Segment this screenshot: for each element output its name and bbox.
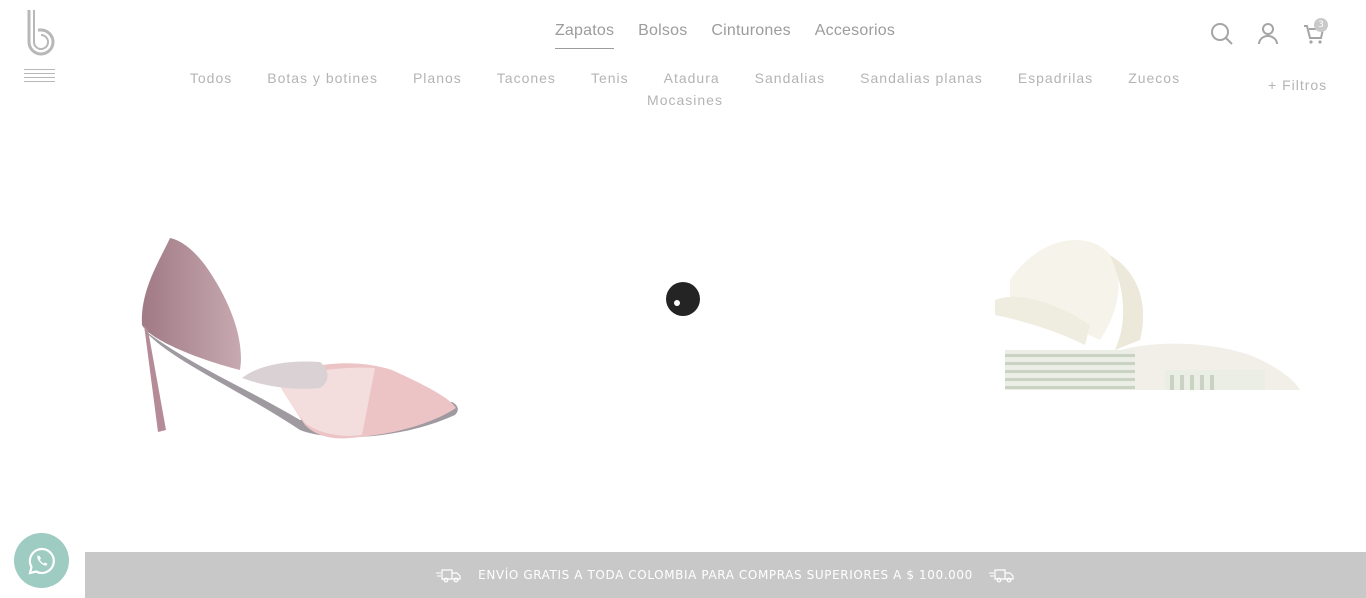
shipping-banner: ENVÍO GRATIS A TODA COLOMBIA PARA COMPRA… [85,552,1366,598]
hamburger-menu-icon[interactable] [24,68,56,86]
product-card-heel[interactable] [130,230,470,450]
cart-icon[interactable]: 3 [1302,18,1328,46]
whatsapp-icon[interactable] [14,533,69,588]
nav-item-cinturones[interactable]: Cinturones [711,22,790,49]
subnav-item-atadura[interactable]: Atadura [664,70,720,86]
subnav-item-botas[interactable]: Botas y botines [267,70,378,86]
shipping-banner-text: ENVÍO GRATIS A TODA COLOMBIA PARA COMPRA… [478,568,973,582]
subnav-item-todos[interactable]: Todos [190,70,232,86]
nav-item-zapatos[interactable]: Zapatos [554,22,615,49]
pointed-heel-shoe-image [141,238,458,439]
subnav-item-espadrilas[interactable]: Espadrilas [1018,70,1093,86]
delivery-truck-icon [988,569,1014,583]
main-nav: Zapatos Bolsos Cinturones Accesorios [0,22,1366,49]
espadrille-sandal-image [995,240,1300,390]
delivery-truck-icon [436,569,461,583]
user-icon[interactable] [1256,20,1280,46]
subnav-item-tenis[interactable]: Tenis [591,70,629,86]
subnav-item-mocasines[interactable]: Mocasines [647,92,723,108]
nav-item-accesorios[interactable]: Accesorios [815,22,895,49]
cart-count-badge: 3 [1314,18,1328,32]
filters-button[interactable]: + Filtros [1268,77,1327,93]
subnav-item-sandalias-planas[interactable]: Sandalias planas [860,70,983,86]
subnav-item-planos[interactable]: Planos [413,70,462,86]
subnav-item-sandalias[interactable]: Sandalias [755,70,826,86]
loading-spinner [666,282,700,316]
subnav-item-zuecos[interactable]: Zuecos [1128,70,1180,86]
subcategory-nav: Todos Botas y botines Planos Tacones Ten… [170,70,1200,108]
product-card-espadrille[interactable] [990,230,1310,395]
search-icon[interactable] [1210,20,1234,46]
nav-item-bolsos[interactable]: Bolsos [638,22,687,49]
header-actions: 3 [1210,18,1328,46]
subnav-item-tacones[interactable]: Tacones [497,70,556,86]
